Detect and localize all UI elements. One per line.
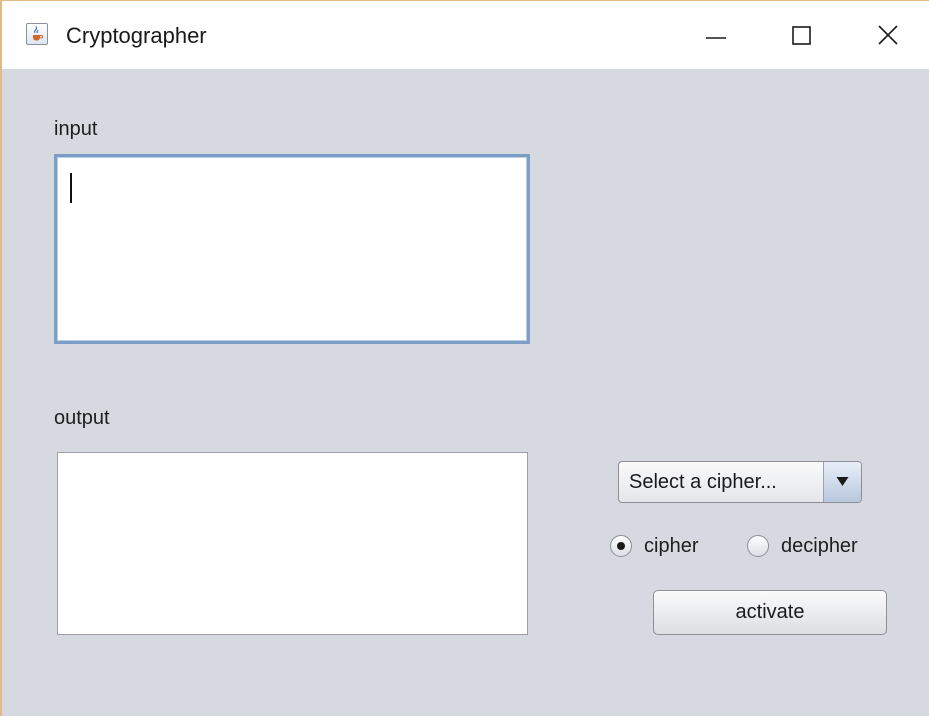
triangle-down-icon bbox=[836, 477, 849, 486]
input-label: input bbox=[54, 118, 98, 140]
maximize-icon bbox=[792, 26, 811, 45]
output-textarea[interactable] bbox=[57, 452, 528, 635]
cipher-radio[interactable]: cipher bbox=[610, 532, 730, 562]
title-bar[interactable]: Cryptographer bbox=[2, 1, 929, 69]
cipher-select-value: Select a cipher... bbox=[629, 471, 777, 493]
cipher-select[interactable]: Select a cipher... bbox=[618, 461, 862, 503]
close-button[interactable] bbox=[861, 15, 915, 55]
cipher-radio-button[interactable] bbox=[610, 535, 632, 557]
decipher-radio[interactable]: decipher bbox=[747, 532, 897, 562]
cipher-radio-label: cipher bbox=[644, 535, 699, 557]
minimize-button[interactable] bbox=[689, 15, 743, 55]
maximize-button[interactable] bbox=[775, 15, 829, 55]
cipher-select-dropdown-button[interactable] bbox=[823, 462, 861, 502]
java-coffee-icon bbox=[26, 23, 48, 45]
app-window: Cryptographer input output Select a ciph… bbox=[0, 0, 929, 716]
text-caret bbox=[70, 173, 72, 203]
activate-button[interactable]: activate bbox=[653, 590, 887, 635]
close-icon bbox=[878, 25, 898, 45]
output-label: output bbox=[54, 407, 110, 429]
decipher-radio-label: decipher bbox=[781, 535, 858, 557]
minimize-icon bbox=[706, 37, 726, 39]
radio-selected-dot bbox=[617, 542, 625, 550]
window-title: Cryptographer bbox=[66, 23, 207, 48]
decipher-radio-button[interactable] bbox=[747, 535, 769, 557]
input-textarea[interactable] bbox=[54, 154, 530, 344]
